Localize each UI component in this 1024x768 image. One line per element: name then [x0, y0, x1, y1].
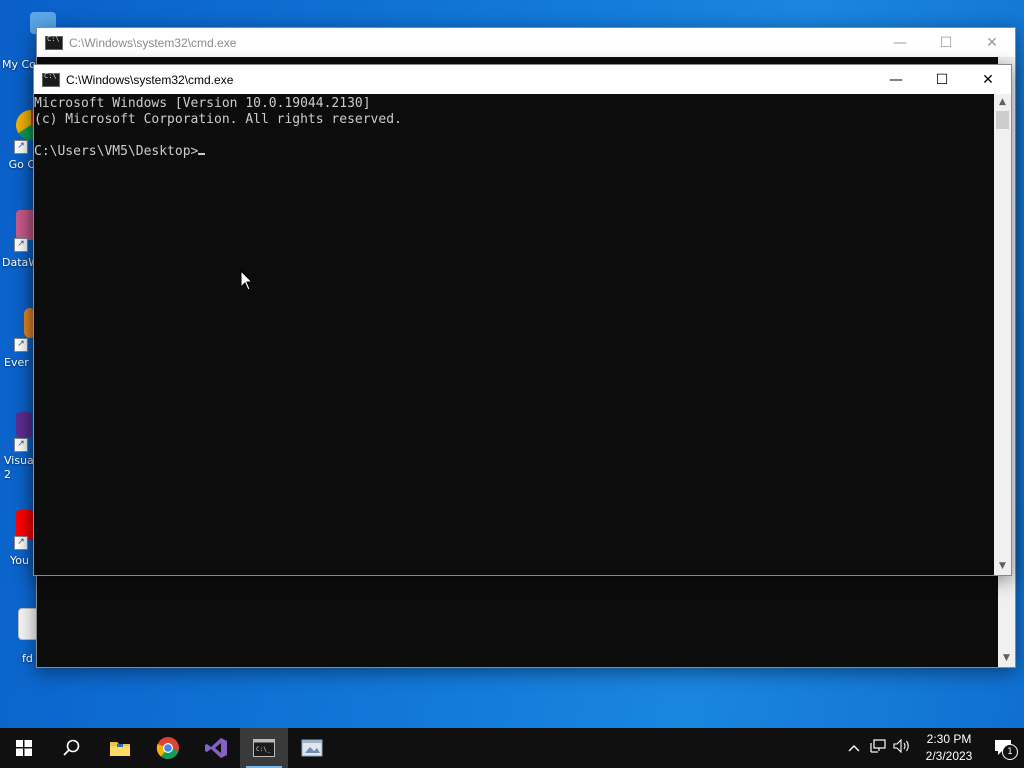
notification-count-badge: 1 — [1002, 744, 1018, 760]
taskbar-visual-studio[interactable] — [192, 728, 240, 768]
scroll-up-icon[interactable]: ▲ — [994, 94, 1011, 111]
close-button[interactable]: ✕ — [969, 28, 1015, 57]
taskbar-clock[interactable]: 2:30 PM 2/3/2023 — [914, 731, 984, 765]
shortcut-arrow-icon: ↗ — [14, 438, 28, 452]
file-explorer-icon — [110, 742, 130, 756]
cmd-icon — [42, 72, 60, 87]
cmd-window[interactable]: C:\Windows\system32\cmd.exe — ☐ ✕ Micros… — [33, 64, 1012, 576]
clock-time: 2:30 PM — [926, 732, 972, 746]
volume-icon[interactable] — [890, 738, 914, 757]
caption-buttons: — ☐ ✕ — [873, 65, 1011, 94]
title-bar[interactable]: C:\Windows\system32\cmd.exe — ☐ ✕ — [37, 28, 1015, 57]
window-title: C:\Windows\system32\cmd.exe — [69, 35, 237, 50]
console-line: Microsoft Windows [Version 10.0.19044.21… — [34, 96, 371, 111]
text-cursor — [198, 153, 206, 155]
maximize-button[interactable]: ☐ — [919, 65, 965, 94]
start-icon — [16, 740, 32, 756]
visual-studio-icon — [205, 738, 227, 758]
window-title: C:\Windows\system32\cmd.exe — [66, 72, 234, 87]
svg-text:C:\_: C:\_ — [256, 746, 271, 753]
app-icon — [301, 739, 323, 757]
maximize-button[interactable]: ☐ — [923, 28, 969, 57]
cmd-icon: C:\_ — [253, 739, 275, 757]
taskbar-file-explorer[interactable] — [96, 728, 144, 768]
clock-date: 2/3/2023 — [925, 749, 973, 763]
console-output[interactable]: Microsoft Windows [Version 10.0.19044.21… — [34, 94, 994, 575]
search-icon — [63, 739, 80, 756]
system-tray: 2:30 PM 2/3/2023 1 — [842, 728, 1024, 768]
taskbar: C:\_ 2:30 PM 2/3/2023 1 — [0, 728, 1024, 768]
caption-buttons: — ☐ ✕ — [877, 28, 1015, 57]
shortcut-arrow-icon: ↗ — [14, 536, 28, 550]
prompt-text: C:\Users\VM5\Desktop> — [34, 144, 199, 159]
close-button[interactable]: ✕ — [965, 65, 1011, 94]
shortcut-arrow-icon: ↗ — [14, 338, 28, 352]
desktop-icon-label: Visua 2 — [4, 454, 34, 481]
shortcut-arrow-icon: ↗ — [14, 140, 28, 154]
action-center-button[interactable]: 1 — [984, 728, 1024, 768]
search-button[interactable] — [48, 728, 96, 768]
taskbar-chrome[interactable] — [144, 728, 192, 768]
start-button[interactable] — [0, 728, 48, 768]
vertical-scrollbar[interactable]: ▲ ▼ — [994, 94, 1011, 575]
title-bar[interactable]: C:\Windows\system32\cmd.exe — ☐ ✕ — [34, 65, 1011, 94]
visual-studio-icon — [16, 412, 32, 438]
minimize-button[interactable]: — — [877, 28, 923, 57]
taskbar-app[interactable] — [288, 728, 336, 768]
mouse-pointer-icon — [240, 270, 254, 291]
command-prompt[interactable]: C:\Users\VM5\Desktop> — [34, 144, 994, 160]
taskbar-cmd[interactable]: C:\_ — [240, 728, 288, 768]
cmd-icon — [45, 35, 63, 50]
chrome-icon — [156, 737, 179, 759]
scroll-down-icon[interactable]: ▼ — [994, 558, 1011, 575]
show-hidden-icons-chevron-icon[interactable] — [842, 741, 866, 756]
scrollbar-thumb[interactable] — [996, 111, 1009, 129]
console-line: (c) Microsoft Corporation. All rights re… — [34, 112, 402, 127]
minimize-button[interactable]: — — [873, 65, 919, 94]
network-icon[interactable] — [866, 739, 890, 757]
scroll-down-icon[interactable]: ▼ — [998, 650, 1015, 667]
shortcut-arrow-icon: ↗ — [14, 238, 28, 252]
